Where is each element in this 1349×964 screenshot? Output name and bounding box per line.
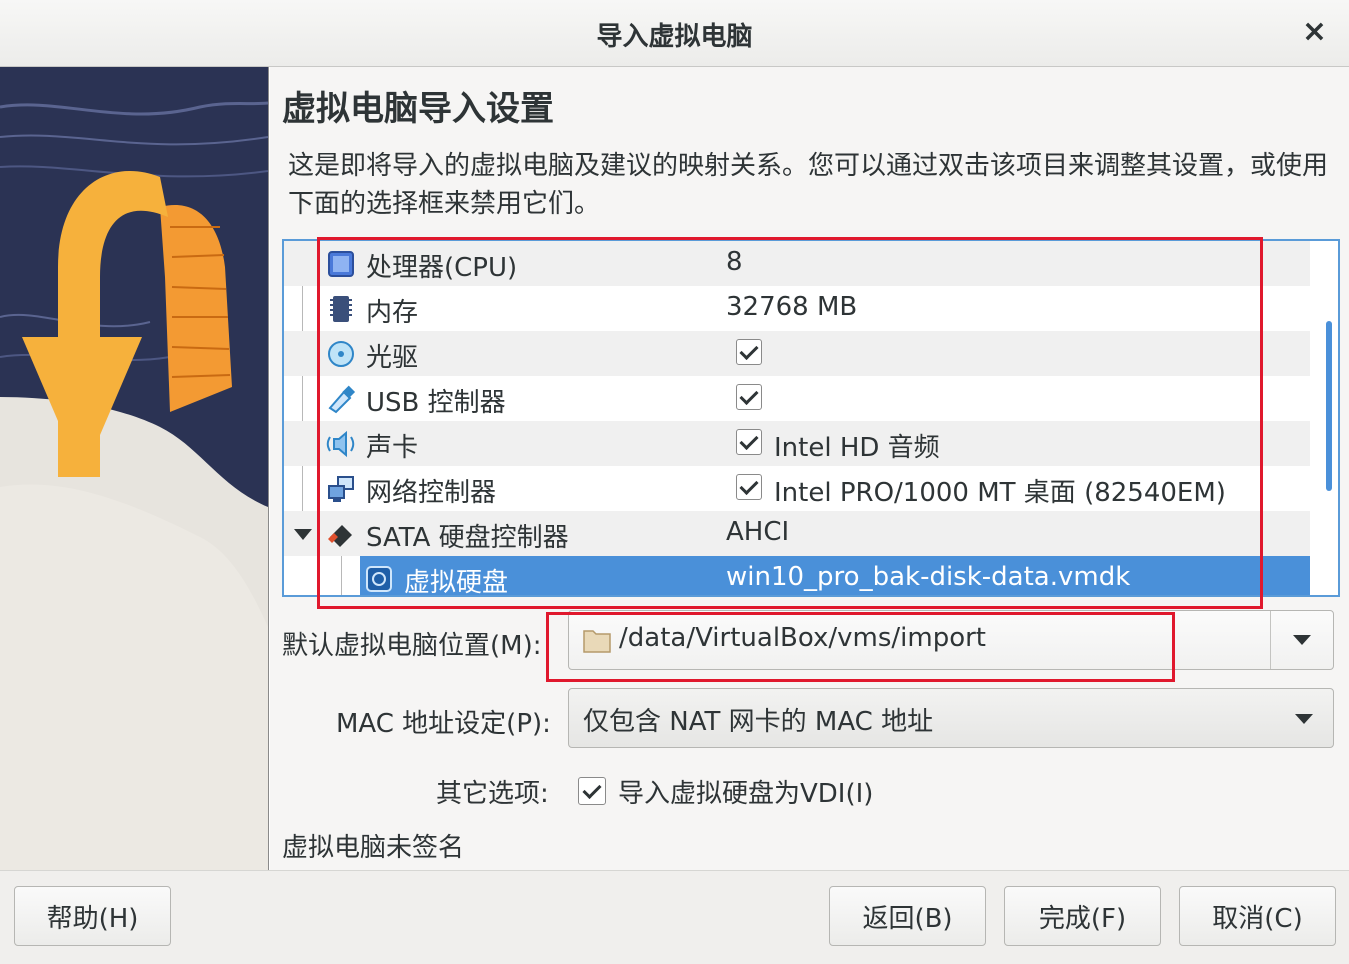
help-button[interactable]: 帮助(H) [14, 886, 171, 946]
button-bar: 帮助(H) 返回(B) 完成(F) 取消(C) [0, 870, 1349, 964]
mac-policy-value: 仅包含 NAT 网卡的 MAC 地址 [583, 707, 934, 737]
tree-row-sata-controller[interactable]: SATA 硬盘控制器 AHCI [284, 511, 1310, 556]
tree-row-value: 8 [726, 247, 743, 277]
chevron-down-icon [1293, 635, 1311, 645]
tree-row-sound[interactable]: 声卡 Intel HD 音频 [284, 421, 1310, 466]
tree-scrollbar[interactable] [1326, 321, 1332, 491]
tree-row-value: win10_pro_bak-disk-data.vmdk [726, 562, 1131, 592]
tree-row-name: 处理器(CPU) [366, 253, 518, 283]
tree-row-name: 声卡 [366, 433, 419, 463]
tree-row-value: 32768 MB [726, 292, 858, 322]
sound-card-checkbox[interactable] [736, 429, 762, 455]
chevron-down-icon [1295, 714, 1313, 724]
main-panel: 虚拟电脑导入设置 这是即将导入的虚拟电脑及建议的映射关系。您可以通过双击该项目来… [270, 67, 1349, 870]
finish-button[interactable]: 完成(F) [1004, 886, 1161, 946]
page-heading: 虚拟电脑导入设置 [282, 89, 554, 129]
tree-row-virtual-disk[interactable]: 虚拟硬盘 win10_pro_bak-disk-data.vmdk [360, 556, 1310, 597]
tree-row-name: 虚拟硬盘 [404, 568, 509, 597]
tree-row-value: AHCI [726, 517, 790, 547]
tree-row-memory[interactable]: 内存 32768 MB [284, 286, 1310, 331]
sata-controller-icon [328, 525, 352, 547]
other-options-label: 其它选项: [436, 779, 549, 809]
import-vdi-checkbox[interactable] [578, 777, 606, 805]
window-title: 导入虚拟电脑 [596, 22, 753, 52]
close-icon[interactable]: × [1302, 14, 1327, 50]
optical-drive-icon [328, 341, 354, 367]
usb-checkbox[interactable] [736, 384, 762, 410]
network-checkbox[interactable] [736, 474, 762, 500]
appliance-settings-tree[interactable]: 处理器(CPU) 8 内存 32768 MB 光驱 USB 控制器 声卡 Int… [282, 239, 1340, 597]
network-icon [328, 476, 354, 502]
tree-row-cpu[interactable]: 处理器(CPU) 8 [284, 241, 1310, 286]
tree-row-network[interactable]: 网络控制器 Intel PRO/1000 MT 桌面 (82540EM) [284, 466, 1310, 511]
location-combo[interactable]: /data/VirtualBox/vms/import [568, 610, 1334, 670]
tree-guide-line-child [341, 551, 342, 595]
description-text: 这是即将导入的虚拟电脑及建议的映射关系。您可以通过双击该项目来调整其设置，或使用… [288, 151, 1329, 219]
unsigned-status-text: 虚拟电脑未签名 [282, 833, 465, 863]
tree-row-usb[interactable]: USB 控制器 [284, 376, 1310, 421]
tree-row-name: 内存 [366, 298, 419, 328]
location-value: /data/VirtualBox/vms/import [619, 623, 986, 653]
sound-card-icon [326, 430, 355, 458]
tree-row-optical-drive[interactable]: 光驱 [284, 331, 1310, 376]
mac-policy-label: MAC 地址设定(P): [336, 709, 551, 739]
title-bar: 导入虚拟电脑 × [0, 0, 1349, 67]
import-vdi-label[interactable]: 导入虚拟硬盘为VDI(I) [618, 773, 873, 810]
hard-disk-icon [366, 566, 392, 592]
memory-icon [330, 296, 352, 322]
back-button[interactable]: 返回(B) [829, 886, 986, 946]
tree-row-name: 光驱 [366, 343, 419, 373]
cpu-icon [328, 251, 354, 277]
tree-row-name: 网络控制器 [366, 478, 497, 508]
tree-row-name: USB 控制器 [366, 388, 506, 418]
cancel-button[interactable]: 取消(C) [1179, 886, 1336, 946]
location-dropdown-button[interactable] [1270, 611, 1333, 669]
tree-row-value: Intel PRO/1000 MT 桌面 (82540EM) [774, 478, 1226, 508]
folder-icon [583, 630, 611, 653]
wizard-banner-image [0, 67, 269, 870]
expander-arrow-icon[interactable] [294, 529, 312, 540]
location-label: 默认虚拟电脑位置(M): [282, 631, 542, 661]
tree-row-name: SATA 硬盘控制器 [366, 523, 569, 553]
tree-row-value: Intel HD 音频 [774, 433, 940, 463]
mac-policy-select[interactable]: 仅包含 NAT 网卡的 MAC 地址 [568, 688, 1334, 748]
usb-icon [328, 385, 356, 414]
optical-drive-checkbox[interactable] [736, 339, 762, 365]
